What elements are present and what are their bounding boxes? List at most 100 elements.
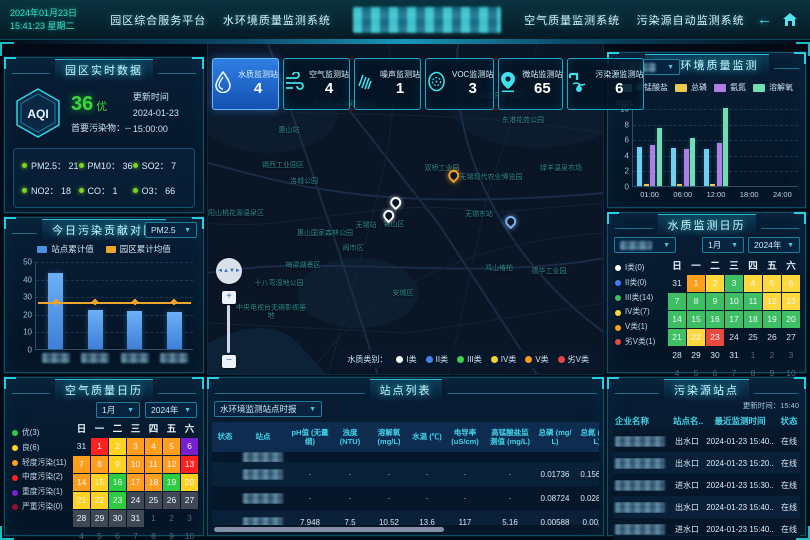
calendar-day[interactable]: 20 bbox=[782, 311, 800, 328]
table-row[interactable]: 进水口2024-01-23 15:30..在线 bbox=[613, 474, 800, 496]
horizontal-scrollbar[interactable] bbox=[214, 527, 444, 532]
calendar-day[interactable]: 9 bbox=[109, 456, 126, 473]
calendar-day[interactable]: 30 bbox=[706, 347, 724, 364]
home-icon[interactable] bbox=[782, 12, 798, 27]
bar-总磷[interactable] bbox=[710, 184, 715, 186]
calendar-day[interactable]: 3 bbox=[782, 347, 800, 364]
calendar-day[interactable]: 9 bbox=[706, 293, 724, 310]
calendar-day[interactable]: 7 bbox=[73, 456, 90, 473]
table-row[interactable]: ······0.087240.028493·· bbox=[212, 486, 599, 510]
calendar-day[interactable]: 10 bbox=[127, 456, 144, 473]
calendar-day[interactable]: 29 bbox=[91, 510, 108, 527]
calendar-day[interactable]: 25 bbox=[145, 492, 162, 509]
pollutant-select[interactable]: PM2.5▼ bbox=[145, 222, 197, 238]
month-select[interactable]: 1月▼ bbox=[702, 237, 744, 253]
bar[interactable] bbox=[127, 311, 142, 349]
year-select[interactable]: 2024年▼ bbox=[748, 237, 800, 253]
bar[interactable] bbox=[167, 312, 182, 349]
calendar-day[interactable]: 5 bbox=[91, 528, 108, 540]
bar-氨氮[interactable] bbox=[650, 145, 655, 186]
calendar-day[interactable]: 11 bbox=[145, 456, 162, 473]
calendar-day[interactable]: 5 bbox=[163, 438, 180, 455]
calendar-day[interactable]: 27 bbox=[782, 329, 800, 346]
calendar-day[interactable]: 30 bbox=[109, 510, 126, 527]
calendar-day[interactable]: 10 bbox=[181, 528, 198, 540]
water-site-select[interactable]: ▼ bbox=[614, 237, 676, 253]
calendar-day[interactable]: 1 bbox=[687, 275, 705, 292]
calendar-day[interactable]: 31 bbox=[725, 347, 743, 364]
calendar-day[interactable]: 16 bbox=[109, 474, 126, 491]
calendar-day[interactable]: 6 bbox=[782, 275, 800, 292]
bar[interactable] bbox=[88, 310, 103, 349]
nav-water-system[interactable]: 水环境质量监测系统 bbox=[223, 12, 331, 28]
station-view-select[interactable]: 水环境监测站点时报▼ bbox=[214, 401, 322, 417]
calendar-day[interactable]: 2 bbox=[706, 275, 724, 292]
table-row[interactable]: 出水口2024-01-23 15:20..在线 bbox=[613, 452, 800, 474]
calendar-day[interactable]: 16 bbox=[706, 311, 724, 328]
calendar-day[interactable]: 18 bbox=[744, 311, 762, 328]
calendar-day[interactable]: 28 bbox=[73, 510, 90, 527]
calendar-day[interactable]: 6 bbox=[181, 438, 198, 455]
table-row[interactable]: 出水口2024-01-23 15:40..在线 bbox=[613, 430, 800, 452]
calendar-day[interactable]: 10 bbox=[725, 293, 743, 310]
calendar-day[interactable]: 7 bbox=[668, 293, 686, 310]
calendar-day[interactable]: 13 bbox=[181, 456, 198, 473]
bar-溶解氧[interactable] bbox=[657, 128, 662, 186]
station-button-noise[interactable]: 噪声监测站1 bbox=[354, 58, 421, 110]
station-button-wind[interactable]: 空气监测站4 bbox=[283, 58, 350, 110]
table-row[interactable]: 进水口2024-01-23 15:40..在线 bbox=[613, 518, 800, 540]
calendar-day[interactable]: 22 bbox=[91, 492, 108, 509]
calendar-day[interactable]: 29 bbox=[687, 347, 705, 364]
calendar-day[interactable]: 17 bbox=[725, 311, 743, 328]
zoom-in-button[interactable]: + bbox=[222, 291, 236, 304]
bar-高锰酸盐[interactable] bbox=[671, 148, 676, 186]
calendar-day[interactable]: 8 bbox=[145, 528, 162, 540]
calendar-day[interactable]: 19 bbox=[763, 311, 781, 328]
calendar-day[interactable]: 3 bbox=[127, 438, 144, 455]
table-row[interactable]: 出水口2024-01-23 15:40..在线 bbox=[613, 496, 800, 518]
calendar-day[interactable]: 21 bbox=[668, 329, 686, 346]
zoom-out-button[interactable]: − bbox=[222, 355, 236, 368]
calendar-day[interactable]: 2 bbox=[163, 510, 180, 527]
nav-air-system[interactable]: 空气质量监测系统 bbox=[524, 12, 620, 28]
calendar-day[interactable]: 23 bbox=[706, 329, 724, 346]
calendar-day[interactable]: 8 bbox=[687, 293, 705, 310]
calendar-day[interactable]: 17 bbox=[127, 474, 144, 491]
calendar-day[interactable]: 1 bbox=[145, 510, 162, 527]
calendar-day[interactable]: 8 bbox=[91, 456, 108, 473]
calendar-day[interactable]: 31 bbox=[668, 275, 686, 292]
calendar-day[interactable]: 22 bbox=[687, 329, 705, 346]
calendar-day[interactable]: 20 bbox=[181, 474, 198, 491]
calendar-day[interactable]: 1 bbox=[744, 347, 762, 364]
calendar-day[interactable]: 13 bbox=[782, 293, 800, 310]
calendar-day[interactable]: 21 bbox=[73, 492, 90, 509]
calendar-day[interactable]: 9 bbox=[163, 528, 180, 540]
bar-溶解氧[interactable] bbox=[690, 138, 695, 186]
table-row[interactable] bbox=[212, 452, 599, 462]
zoom-slider[interactable] bbox=[227, 305, 230, 353]
year-select[interactable]: 2024年▼ bbox=[145, 402, 197, 418]
calendar-day[interactable]: 23 bbox=[109, 492, 126, 509]
station-button-voc[interactable]: VOC监测站3 bbox=[425, 58, 494, 110]
calendar-day[interactable]: 14 bbox=[668, 311, 686, 328]
calendar-day[interactable]: 2 bbox=[763, 347, 781, 364]
calendar-day[interactable]: 24 bbox=[725, 329, 743, 346]
station-button-pin[interactable]: 微站监测站65 bbox=[498, 58, 563, 110]
bar-高锰酸盐[interactable] bbox=[637, 147, 642, 186]
calendar-day[interactable]: 26 bbox=[163, 492, 180, 509]
calendar-day[interactable]: 5 bbox=[763, 275, 781, 292]
map-pan-control[interactable]: ◄▲▼► bbox=[216, 258, 242, 284]
calendar-day[interactable]: 3 bbox=[181, 510, 198, 527]
calendar-day[interactable]: 6 bbox=[109, 528, 126, 540]
table-row[interactable]: ······0.017360.156656·· bbox=[212, 462, 599, 486]
calendar-day[interactable]: 7 bbox=[127, 528, 144, 540]
station-button-water-drop[interactable]: 水质监测站4 bbox=[212, 58, 279, 110]
bar-氨氮[interactable] bbox=[684, 149, 689, 186]
nav-park-platform[interactable]: 园区综合服务平台 bbox=[110, 12, 206, 28]
bar-总磷[interactable] bbox=[677, 184, 682, 186]
bar[interactable] bbox=[48, 273, 63, 349]
station-button-discharge[interactable]: 污染源监测站6 bbox=[567, 58, 644, 110]
calendar-day[interactable]: 26 bbox=[763, 329, 781, 346]
back-arrow-icon[interactable]: ← bbox=[757, 11, 772, 28]
calendar-day[interactable]: 27 bbox=[181, 492, 198, 509]
